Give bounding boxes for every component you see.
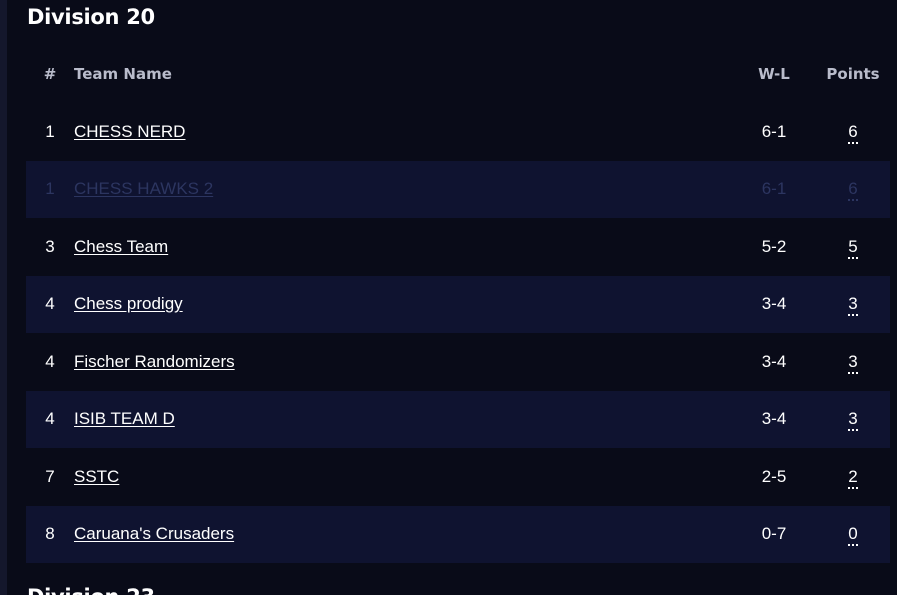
row-rank: 8 bbox=[45, 524, 55, 544]
table-row: 1 CHESS NERD 6-1 6 bbox=[26, 103, 890, 161]
team-link[interactable]: CHESS NERD bbox=[74, 122, 185, 141]
points-value[interactable]: 0 bbox=[848, 524, 858, 547]
team-link[interactable]: Chess Team bbox=[74, 237, 168, 256]
row-rank: 4 bbox=[45, 294, 55, 314]
division-title: Division 20 bbox=[27, 5, 155, 29]
team-link[interactable]: Caruana's Crusaders bbox=[74, 524, 234, 543]
header-points: Points bbox=[826, 65, 880, 83]
points-value[interactable]: 5 bbox=[848, 236, 858, 259]
row-wl: 3-4 bbox=[761, 409, 787, 429]
table-row: 1 CHESS HAWKS 2 6-1 6 bbox=[26, 160, 890, 218]
row-rank: 4 bbox=[45, 351, 55, 371]
next-division-title: Division 23 bbox=[27, 585, 155, 595]
team-link[interactable]: Chess prodigy bbox=[74, 294, 183, 313]
table-row: 4 Fischer Randomizers 3-4 3 bbox=[26, 333, 890, 391]
points-value[interactable]: 6 bbox=[848, 179, 858, 202]
standings-table: # Team Name W-L Points 1 CHESS NERD 6-1 … bbox=[26, 45, 890, 563]
team-link[interactable]: ISIB TEAM D bbox=[74, 409, 175, 428]
header-rank: # bbox=[43, 65, 57, 83]
row-wl: 6-1 bbox=[761, 179, 787, 199]
row-rank: 3 bbox=[45, 236, 55, 256]
row-rank: 4 bbox=[45, 409, 55, 429]
row-rank: 1 bbox=[45, 121, 55, 141]
points-value[interactable]: 2 bbox=[848, 466, 858, 489]
header-team-name: Team Name bbox=[74, 65, 172, 83]
header-wl: W-L bbox=[758, 65, 790, 83]
team-link[interactable]: Fischer Randomizers bbox=[74, 352, 235, 371]
points-value[interactable]: 3 bbox=[848, 294, 858, 317]
table-row: 4 ISIB TEAM D 3-4 3 bbox=[26, 390, 890, 448]
table-header: # Team Name W-L Points bbox=[26, 45, 890, 103]
team-link[interactable]: SSTC bbox=[74, 467, 119, 486]
standings-page: Division 20 # Team Name W-L Points 1 CHE… bbox=[0, 0, 897, 595]
row-wl: 3-4 bbox=[761, 294, 787, 314]
team-link[interactable]: CHESS HAWKS 2 bbox=[74, 179, 213, 198]
row-wl: 2-5 bbox=[761, 466, 787, 486]
left-rail bbox=[0, 0, 7, 595]
row-wl: 6-1 bbox=[761, 121, 787, 141]
table-row: 7 SSTC 2-5 2 bbox=[26, 448, 890, 506]
row-wl: 0-7 bbox=[761, 524, 787, 544]
points-value[interactable]: 3 bbox=[848, 409, 858, 432]
points-value[interactable]: 3 bbox=[848, 351, 858, 374]
table-row: 4 Chess prodigy 3-4 3 bbox=[26, 275, 890, 333]
row-rank: 1 bbox=[45, 179, 55, 199]
table-row: 3 Chess Team 5-2 5 bbox=[26, 218, 890, 276]
points-value[interactable]: 6 bbox=[848, 121, 858, 144]
row-wl: 5-2 bbox=[761, 236, 787, 256]
row-rank: 7 bbox=[45, 466, 55, 486]
table-row: 8 Caruana's Crusaders 0-7 0 bbox=[26, 505, 890, 563]
row-wl: 3-4 bbox=[761, 351, 787, 371]
